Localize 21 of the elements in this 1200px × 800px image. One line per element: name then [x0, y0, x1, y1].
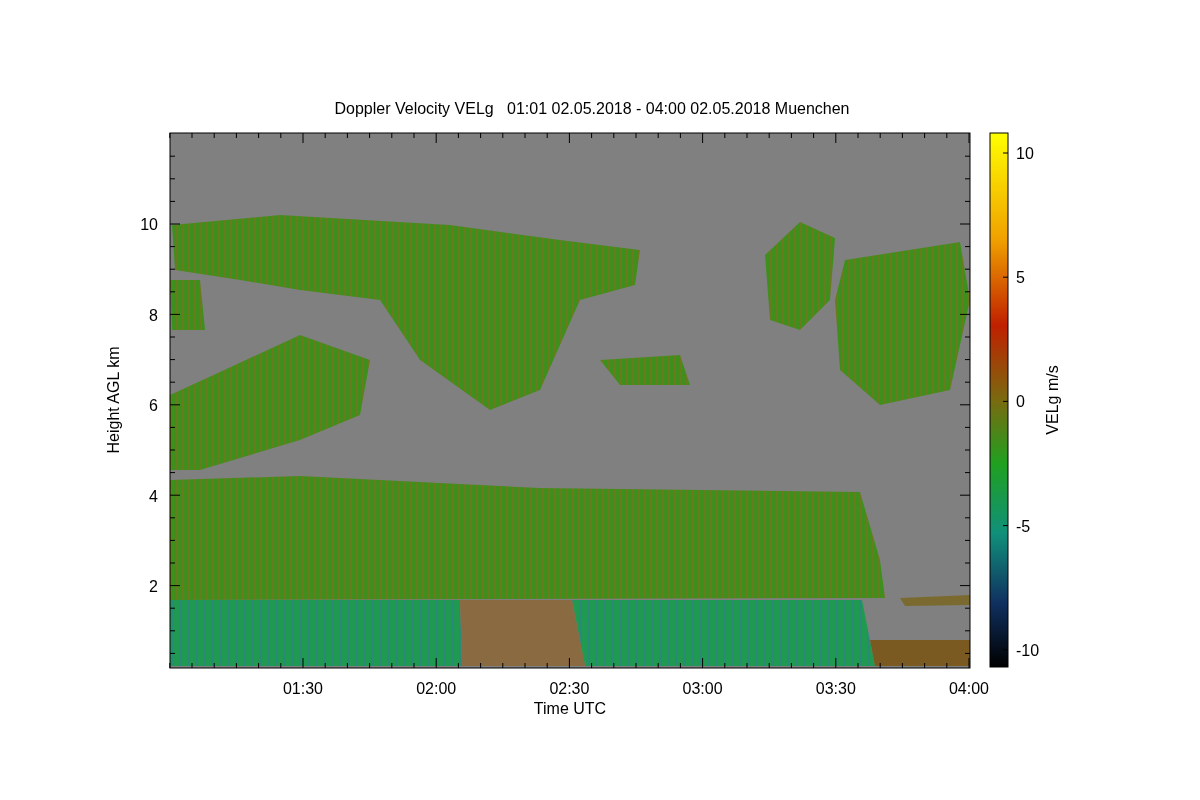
- colorbar-title: VELg m/s: [1044, 365, 1061, 435]
- colorbar-tick-label: -10: [1016, 641, 1040, 659]
- colorbar-tick-label: 5: [1016, 269, 1025, 287]
- y-tick-label: 10: [140, 216, 158, 233]
- x-tick-label: 02:30: [549, 680, 590, 697]
- y-tick-label: 4: [149, 487, 158, 505]
- y-tick-label: 6: [149, 397, 158, 414]
- x-tick-label: 04:00: [949, 680, 989, 697]
- x-tick-label: 02:00: [416, 680, 457, 697]
- colorbar-tick-label: 0: [1016, 393, 1025, 411]
- y-tick-label: 8: [149, 306, 158, 324]
- x-tick-label: 03:30: [815, 680, 856, 697]
- colorbar-tick-label: 10: [1016, 145, 1034, 162]
- x-tick-label: 03:00: [682, 680, 723, 697]
- plot-title: Doppler Velocity VELg 01:01 02.05.2018 - 04:00 02.05.2018 Muenchen: [334, 100, 850, 117]
- velocity-echo-region: [900, 595, 970, 606]
- y-axis-title: Height AGL km: [105, 346, 122, 454]
- colorbar-tick-label: -5: [1016, 517, 1031, 535]
- y-tick-label: 2: [149, 578, 158, 595]
- x-tick-label: 01:30: [283, 680, 323, 697]
- x-axis-title: Time UTC: [533, 700, 607, 717]
